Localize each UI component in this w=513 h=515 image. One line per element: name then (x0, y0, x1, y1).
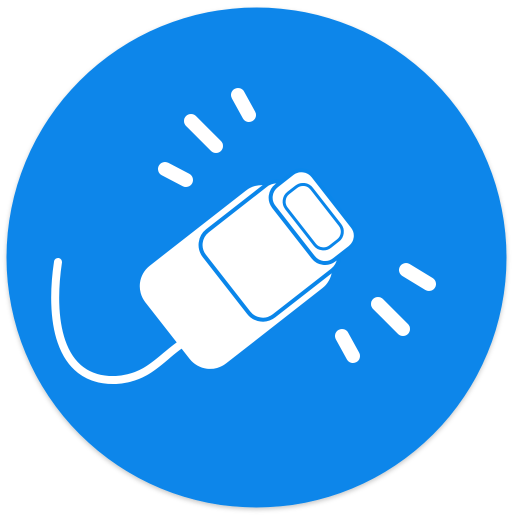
spark-line-lower-3 (335, 329, 360, 363)
plug-connection-icon (6, 7, 507, 508)
app-icon-canvas (0, 0, 513, 515)
spark-line-upper-3 (231, 88, 256, 122)
spark-line-upper-1 (158, 162, 193, 187)
